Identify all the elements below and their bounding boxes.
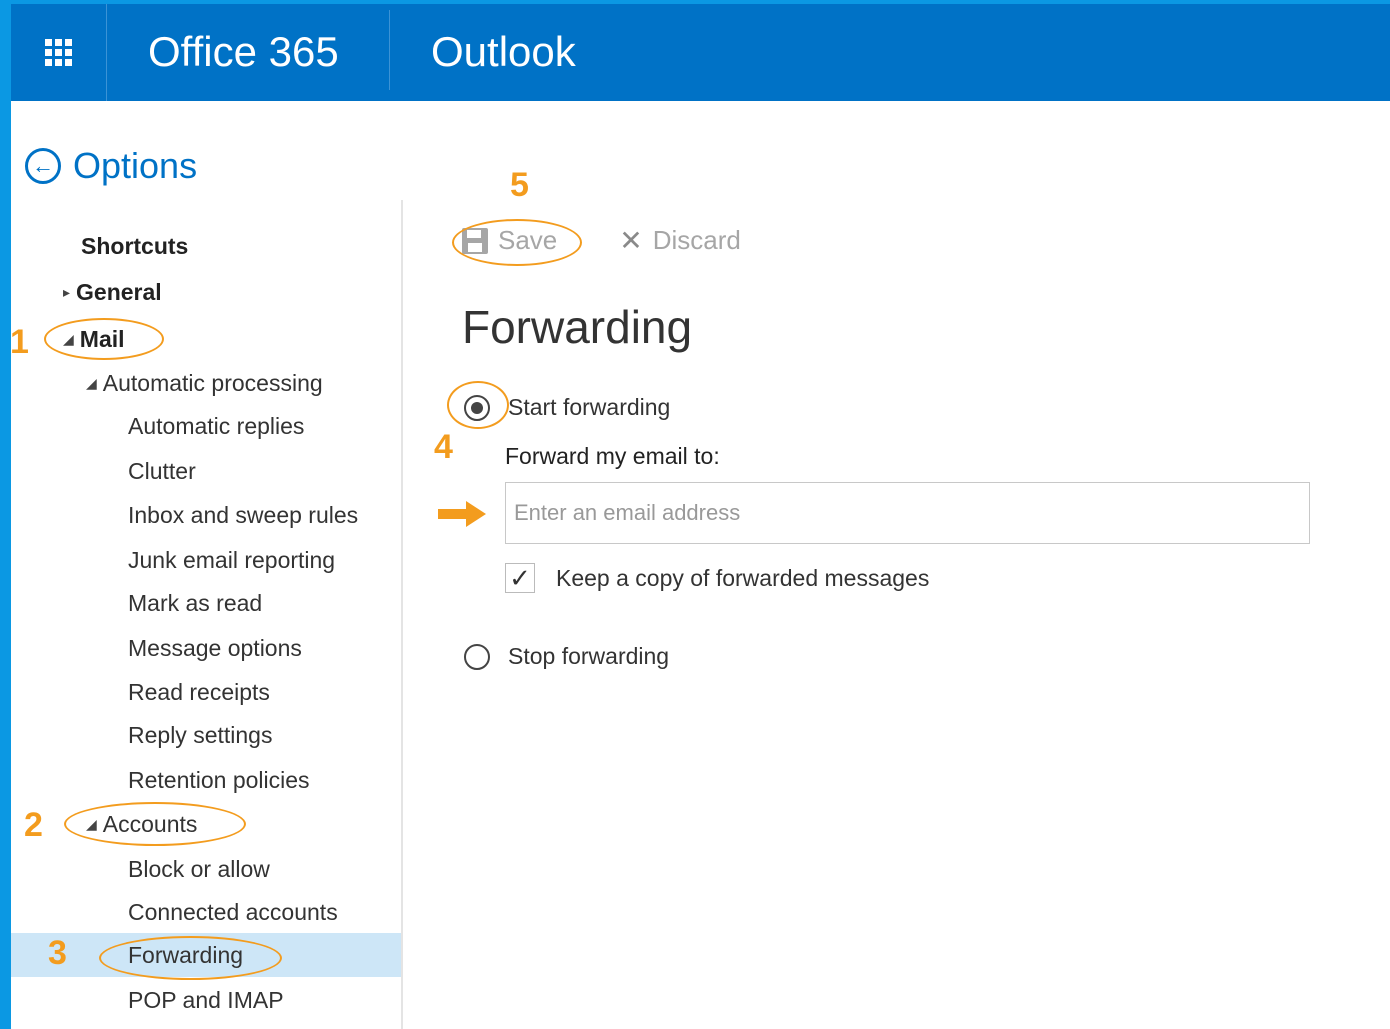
keep-copy-option[interactable]: ✓ Keep a copy of forwarded messages — [505, 563, 929, 593]
options-back-link[interactable]: ← Options — [25, 145, 197, 187]
top-bar: Office 365 Outlook — [11, 4, 1390, 101]
keep-copy-label: Keep a copy of forwarded messages — [556, 564, 930, 591]
sidebar-item-label: Automatic replies — [128, 412, 305, 439]
sidebar-item-automatic-processing[interactable]: ◢ Automatic processing — [11, 361, 401, 405]
sidebar-item-shortcuts[interactable]: Shortcuts — [11, 224, 401, 268]
sidebar-item-label: Reply settings — [128, 721, 273, 748]
annotation-step-4: 4 — [434, 428, 453, 466]
sidebar-item-label: Shortcuts — [81, 232, 189, 259]
sidebar-item-label: Read receipts — [128, 678, 270, 705]
start-forwarding-label: Start forwarding — [508, 394, 671, 420]
forward-email-input[interactable] — [505, 482, 1310, 544]
sidebar-item-connected-accounts[interactable]: Connected accounts — [11, 890, 401, 934]
annotation-step-1: 1 — [10, 323, 29, 361]
annotation-ellipse — [452, 219, 582, 266]
sidebar-divider — [401, 200, 403, 1029]
sidebar-item-block-or-allow[interactable]: Block or allow — [11, 847, 401, 891]
topbar-divider — [106, 4, 107, 101]
annotation-step-5: 5 — [510, 166, 529, 204]
sidebar-item-label: Inbox and sweep rules — [128, 501, 359, 528]
discard-label: Discard — [652, 225, 741, 255]
page-title: Forwarding — [462, 301, 693, 353]
sidebar-item-pop-and-imap[interactable]: POP and IMAP — [11, 978, 401, 1022]
app-launcher-button[interactable] — [11, 4, 106, 101]
annotation-ellipse — [99, 936, 282, 980]
sidebar-item-reply-settings[interactable]: Reply settings — [11, 713, 401, 757]
sidebar-item-label: Block or allow — [128, 855, 270, 882]
sidebar-item-label: Connected accounts — [128, 898, 338, 925]
sidebar-item-inbox-sweep-rules[interactable]: Inbox and sweep rules — [11, 493, 401, 537]
back-arrow-circle-icon: ← — [25, 148, 61, 184]
keep-copy-checkbox[interactable]: ✓ — [505, 563, 535, 593]
sidebar-item-label: Retention policies — [128, 766, 310, 793]
sidebar-item-label: Clutter — [128, 457, 196, 484]
sidebar-item-label: POP and IMAP — [128, 986, 284, 1013]
sidebar-item-retention-policies[interactable]: Retention policies — [11, 758, 401, 802]
sidebar-item-mark-as-read[interactable]: Mark as read — [11, 581, 401, 625]
caret-right-icon: ▸ — [63, 283, 71, 300]
annotation-ellipse — [44, 318, 164, 360]
sidebar-item-label: Junk email reporting — [128, 546, 336, 573]
forward-email-label: Forward my email to: — [505, 443, 720, 469]
stop-forwarding-radio[interactable] — [464, 643, 490, 670]
sidebar-item-automatic-replies[interactable]: Automatic replies — [11, 404, 401, 448]
sidebar-item-label: Automatic processing — [102, 369, 323, 396]
sidebar-item-junk-email-reporting[interactable]: Junk email reporting — [11, 538, 401, 582]
app-launcher-icon — [45, 39, 72, 66]
sidebar-item-label: General — [76, 278, 162, 305]
window-frame-left — [0, 0, 11, 1029]
topbar-divider — [389, 10, 390, 90]
caret-down-icon: ◢ — [86, 374, 97, 391]
stop-forwarding-label: Stop forwarding — [508, 643, 670, 669]
brand-link[interactable]: Office 365 — [148, 28, 339, 76]
sidebar-item-label: Message options — [128, 634, 302, 661]
stop-forwarding-option[interactable]: Stop forwarding — [464, 643, 669, 670]
options-title: Options — [73, 145, 198, 186]
sidebar-item-label: Mark as read — [128, 589, 263, 616]
discard-button[interactable]: ✕ Discard — [619, 224, 741, 257]
annotation-step-3: 3 — [48, 934, 67, 972]
annotation-ellipse — [447, 381, 509, 429]
annotation-step-2: 2 — [24, 806, 43, 844]
annotation-arrow-icon — [438, 501, 486, 527]
sidebar-item-general[interactable]: ▸ General — [11, 270, 401, 314]
checkmark-icon: ✓ — [509, 562, 531, 593]
sidebar-item-read-receipts[interactable]: Read receipts — [11, 670, 401, 714]
app-title[interactable]: Outlook — [431, 28, 576, 76]
close-icon: ✕ — [619, 225, 643, 256]
sidebar-item-clutter[interactable]: Clutter — [11, 449, 401, 493]
annotation-ellipse — [64, 802, 246, 846]
sidebar-item-message-options[interactable]: Message options — [11, 626, 401, 670]
